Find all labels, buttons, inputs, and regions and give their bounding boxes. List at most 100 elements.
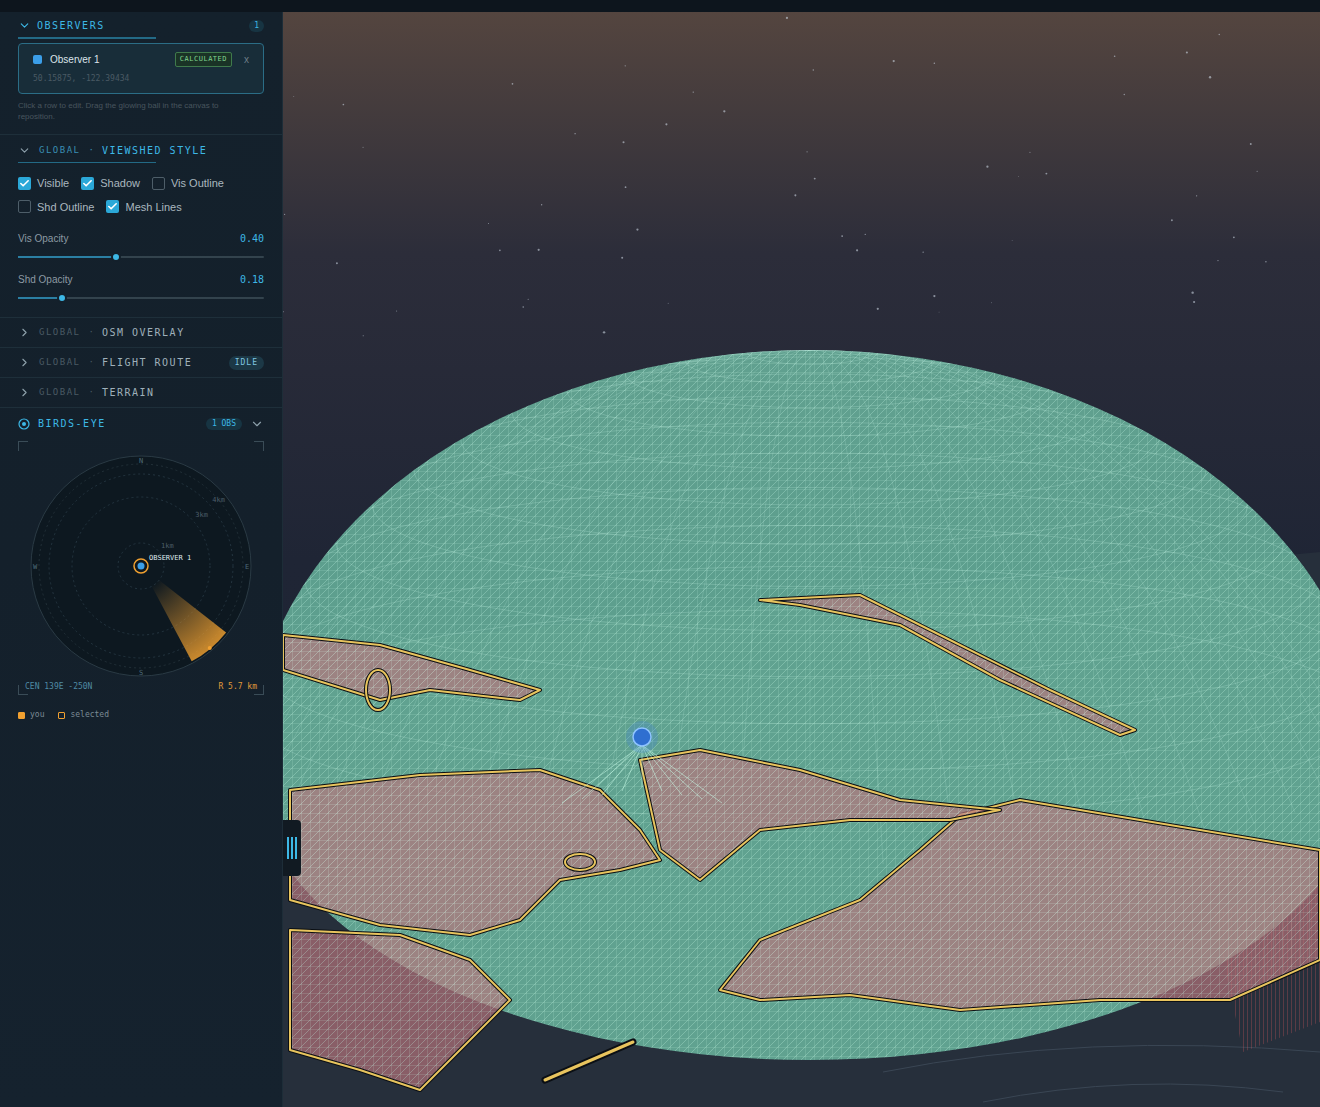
toggle-label: Mesh Lines [125,199,181,216]
toggle-label: Shd Outline [37,199,94,216]
section-title: TERRAIN [102,385,155,400]
checkbox[interactable] [81,177,94,190]
observer-badge: 1 OBS [206,418,242,430]
viewport[interactable] [283,12,1320,1107]
slider-row: Shd Opacity 0.18 [18,268,264,303]
section-separator: · [89,326,94,340]
sidebar: OBSERVERS 1 Observer 1 CALCULATED x 50.15875,… [0,12,283,1107]
slider-track[interactable] [18,297,264,299]
legend-swatch [58,712,65,719]
radar-frame: 1km3km4kmNESWOBSERVER 1CEN 139E -250NR 5… [18,441,264,695]
observer-coords: 50.15875, -122.39434 [33,73,249,85]
slider-thumb[interactable] [111,252,121,262]
observers-panel: OBSERVERS 1 Observer 1 CALCULATED x 50.15875,… [0,12,282,135]
shadow-region [720,800,1320,1010]
checkbox[interactable] [18,177,31,190]
shadow-region [290,770,660,935]
section-title: VIEWSHED STYLE [102,143,207,158]
section-header[interactable]: GLOBAL · FLIGHT ROUTE IDLE [0,348,282,378]
birds-eye-header[interactable]: BIRDS-EYE 1 OBS [18,416,264,431]
checkbox[interactable] [106,200,119,213]
chevron-right-icon [18,356,31,369]
section-header[interactable]: GLOBAL · VIEWSHED STYLE [18,143,264,158]
legend-label: selected [70,709,109,721]
panel-title: OBSERVERS [37,18,105,33]
compass-label: N [139,457,143,465]
toggle-item[interactable]: Vis Outline [152,175,224,192]
legend-item: selected [58,709,109,721]
compass-label: W [33,563,38,571]
slider-fill [18,297,62,299]
chevron-down-icon [18,19,31,32]
status-badge: CALCULATED [175,52,232,67]
observer-count: 1 [249,20,264,32]
view-wedge [141,566,226,661]
legend: you selected [18,709,264,721]
range-label: 4km [212,496,225,504]
toggle-grid: Visible Shadow Vis Outline Shd Outline Mesh … [18,171,264,215]
legend-label: you [30,709,44,721]
slider-row: Vis Opacity0.40 [18,227,264,262]
section-title: FLIGHT ROUTE [102,355,192,370]
observer-name: Observer 1 [50,52,99,67]
range-label: 3km [195,511,208,519]
chevron-down-icon [18,144,31,157]
observer-ball[interactable] [633,728,651,746]
slider-reading: 0.18 [240,272,264,287]
target-icon [18,418,30,430]
section-separator: · [89,356,94,370]
toggle-label: Vis Outline [171,175,224,192]
section-separator: · [89,144,94,158]
section-separator: · [89,386,94,400]
chevron-right-icon [18,326,31,339]
checkbox[interactable] [18,200,31,213]
slider-label: Shd Opacity [18,272,72,287]
check-icon [107,201,118,212]
app: OBSERVERS 1 Observer 1 CALCULATED x 50.15875,… [0,0,1320,1107]
toggle-item[interactable]: Visible [18,175,69,192]
toggle-item[interactable]: Shd Outline [18,199,94,216]
slider-track[interactable] [18,256,264,258]
birds-eye-panel: BIRDS-EYE1 OBS1km3km4kmNESWOBSERVER 1CEN… [0,408,282,721]
radar-chart[interactable]: 1km3km4kmNESWOBSERVER 1 [26,451,256,681]
check-icon [82,178,93,189]
shadow-region [290,930,510,1090]
legend-swatch [18,712,25,719]
hint-text: Click a row to edit. Drag the glowing ba… [18,100,264,122]
chevron-down-icon [250,417,264,431]
remove-button[interactable]: x [244,52,249,67]
panel-title: BIRDS-EYE [38,416,106,431]
section-scope: GLOBAL [39,356,81,370]
slider-reading: 0.40 [240,231,264,246]
section-scope: GLOBAL [39,386,81,400]
viewshed-style-panel: GLOBAL · VIEWSHED STYLE Visible Shadow Vis Ou… [0,135,282,318]
shadow-region [640,750,1000,880]
shadow-region [760,595,1135,735]
observer-marker[interactable] [134,559,148,573]
observer-label: OBSERVER 1 [149,554,191,562]
check-icon [19,178,30,189]
legend-item: you [18,709,44,721]
observer-peak [562,745,722,803]
slider-fill [18,256,116,258]
section-badge: IDLE [229,356,264,370]
observer-color [33,55,42,64]
toggle-item[interactable]: Shadow [81,175,140,192]
shadow-region [283,635,540,700]
toggle-label: Visible [37,175,69,192]
section-scope: GLOBAL [39,326,81,340]
section-scope: GLOBAL [39,144,81,158]
checkbox[interactable] [152,177,165,190]
section-header[interactable]: GLOBAL · OSM OVERLAY [0,318,282,348]
slider-thumb[interactable] [57,293,67,303]
sidebar-collapse-handle[interactable] [283,820,301,876]
section-title: OSM OVERLAY [102,325,185,340]
compass-label: S [139,669,143,677]
section-header[interactable]: GLOBAL · TERRAIN [0,378,282,408]
observer-row[interactable]: Observer 1 CALCULATED x 50.15875, -122.3943… [18,43,264,94]
chevron-right-icon [18,386,31,399]
terrain-canvas[interactable] [283,12,1320,1107]
observers-header[interactable]: OBSERVERS 1 [18,18,264,37]
toggle-item[interactable]: Mesh Lines [106,199,181,216]
compass-label: E [245,563,249,571]
